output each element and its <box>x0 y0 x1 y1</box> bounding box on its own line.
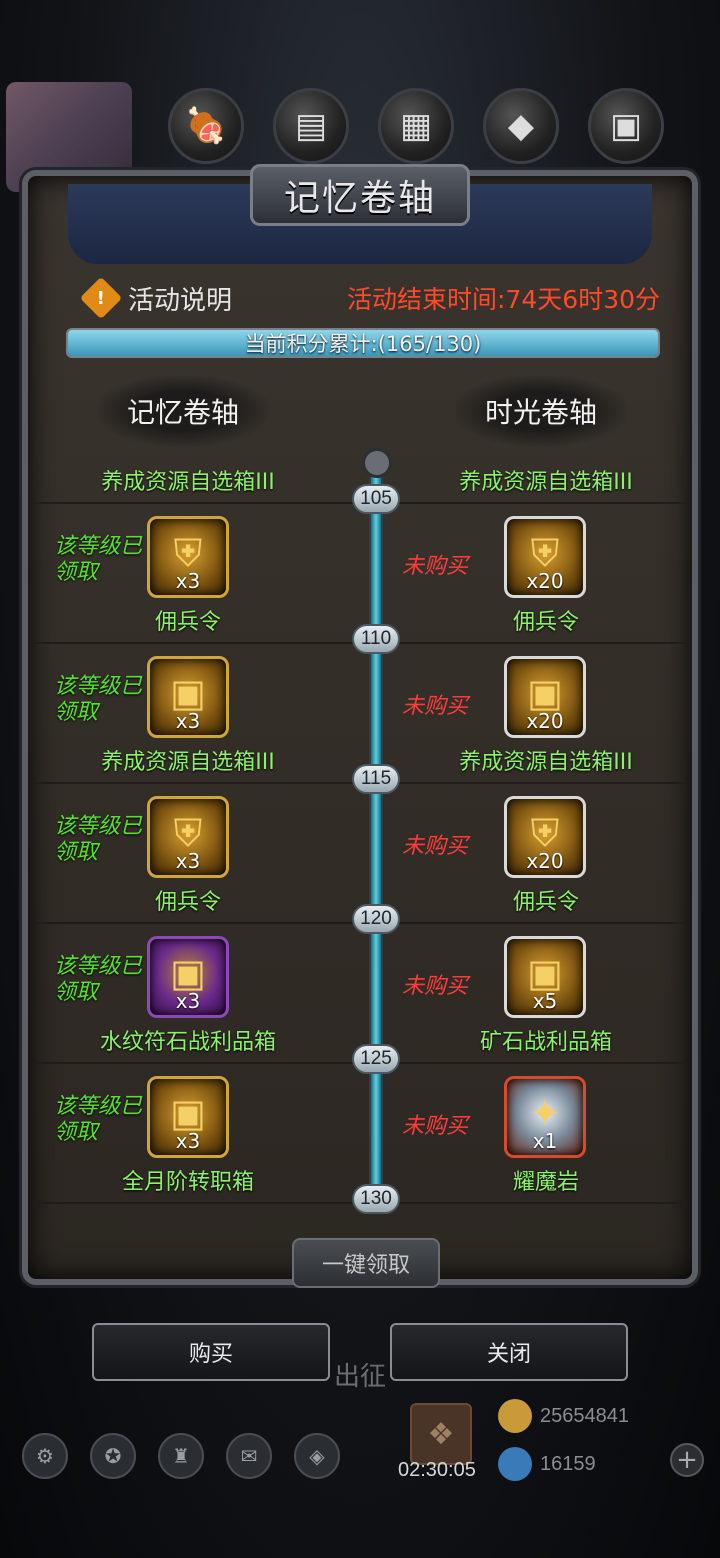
column-header-premium: 时光卷轴 <box>456 376 626 446</box>
free-reward-name: 佣兵令 <box>154 610 221 635</box>
iron-icon: ▦ <box>378 88 454 164</box>
premium-reward-item[interactable]: ⛨ x20 <box>504 516 586 598</box>
claimed-status: 该等级已领取 <box>54 674 143 725</box>
reward-qty: x3 <box>175 569 201 593</box>
premium-reward-name: 佣兵令 <box>512 890 579 915</box>
bag-icon[interactable]: ◈ <box>294 1433 340 1479</box>
free-reward-item[interactable]: ▣ x3 <box>147 936 229 1018</box>
reward-qty: x3 <box>175 849 201 873</box>
dispatch-label: 出征 <box>334 1362 387 1392</box>
claimed-status: 该等级已领取 <box>54 814 143 865</box>
memory-scroll-panel: 记忆卷轴 ! 活动说明 活动结束时间:74天6时30分 当前积分累计:(165/… <box>22 164 698 1288</box>
info-row: ! 活动说明 活动结束时间:74天6时30分 <box>79 276 660 320</box>
gold-coin-icon <box>498 1399 532 1433</box>
progress-label: 当前积分累计:(165/130) <box>244 332 482 356</box>
free-reward-name: 全月阶转职箱 <box>121 1170 254 1195</box>
gem-amount: 16159 <box>540 1452 596 1475</box>
level-rail <box>369 458 383 1210</box>
level-marker: 125 <box>352 1044 400 1074</box>
rail-cap <box>362 448 392 478</box>
reward-row: 该等级已领取 ⛨ x3 佣兵令 未购买 ⛨ x20 佣兵令 <box>34 504 686 644</box>
reward-qty: x1 <box>532 1129 558 1153</box>
buy-button[interactable]: 购买 <box>92 1323 330 1381</box>
premium-reward-name: 耀魔岩 <box>512 1170 579 1195</box>
premium-reward-name: 佣兵令 <box>512 610 579 635</box>
reward-row: 该等级已领取 ▣ x3 全月阶转职箱 未购买 ✦ x1 耀魔岩 <box>34 1064 686 1204</box>
level-marker: 110 <box>352 624 400 654</box>
guild-icon[interactable]: ♜ <box>158 1433 204 1479</box>
reward-qty: x3 <box>175 709 201 733</box>
unbought-status: 未购买 <box>402 1114 469 1139</box>
free-reward-name: 养成资源自选箱III <box>101 470 275 495</box>
reward-row: 该等级已领取 ⛨ x3 佣兵令 未购买 ⛨ x20 佣兵令 <box>34 784 686 924</box>
event-info-link[interactable]: 活动说明 <box>128 280 232 317</box>
meat-icon: 🍖 <box>168 88 244 164</box>
claimed-status: 该等级已领取 <box>54 1094 143 1145</box>
premium-reward-name: 养成资源自选箱III <box>459 750 633 775</box>
crystal-icon: ◆ <box>483 88 559 164</box>
points-progress-bar: 当前积分累计:(165/130) <box>66 328 660 358</box>
event-end-time: 活动结束时间:74天6时30分 <box>347 285 660 314</box>
premium-reward-name: 矿石战利品箱 <box>479 1030 612 1055</box>
free-reward-name: 水纹符石战利品箱 <box>99 1030 276 1055</box>
level-marker: 115 <box>352 764 400 794</box>
add-gems-button[interactable]: + <box>670 1443 704 1477</box>
gem-icon <box>498 1447 532 1481</box>
claimed-status: 该等级已领取 <box>54 534 143 585</box>
wood-icon: ▤ <box>273 88 349 164</box>
free-reward-item[interactable]: ⛨ x3 <box>147 516 229 598</box>
free-reward-item[interactable]: ▣ x3 <box>147 1076 229 1158</box>
premium-reward-item[interactable]: ▣ x20 <box>504 656 586 738</box>
title-plate: 记忆卷轴 <box>250 164 470 226</box>
gold-counter: 25654841 <box>498 1399 629 1433</box>
reward-qty: x5 <box>532 989 558 1013</box>
claimed-status: 该等级已领取 <box>54 954 143 1005</box>
unbought-status: 未购买 <box>402 974 469 999</box>
premium-reward-item[interactable]: ✦ x1 <box>504 1076 586 1158</box>
hero-icon[interactable]: ✪ <box>90 1433 136 1479</box>
free-reward-item[interactable]: ▣ x3 <box>147 656 229 738</box>
bottom-bar: ⚙ ✪ ♜ ✉ ◈ ❖ 02:30:05 25654841 16159 + <box>0 1395 720 1495</box>
gift-timer: 02:30:05 <box>398 1459 476 1481</box>
premium-reward-item[interactable]: ⛨ x20 <box>504 796 586 878</box>
warning-icon[interactable]: ! <box>79 276 123 320</box>
mail-icon[interactable]: ✉ <box>226 1433 272 1479</box>
column-headers: 记忆卷轴 时光卷轴 <box>28 376 692 446</box>
panel-header: 记忆卷轴 <box>68 164 652 264</box>
panel-title: 记忆卷轴 <box>283 178 436 219</box>
reward-qty: x20 <box>526 849 564 873</box>
resource-wood: ▤ <box>270 88 352 168</box>
reward-row: 该等级已领取 ▣ x3 养成资源自选箱III 未购买 ▣ x20 养成资源自选箱III <box>34 644 686 784</box>
column-header-free: 记忆卷轴 <box>98 376 268 446</box>
reward-qty: x20 <box>526 709 564 733</box>
reward-qty: x3 <box>175 1129 201 1153</box>
unbought-status: 未购买 <box>402 694 469 719</box>
settings-icon[interactable]: ⚙ <box>22 1433 68 1479</box>
premium-reward-item[interactable]: ▣ x5 <box>504 936 586 1018</box>
reward-qty: x3 <box>175 989 201 1013</box>
reward-row: 该等级已领取 ▣ x3 水纹符石战利品箱 未购买 ▣ x5 矿石战利品箱 <box>34 924 686 1064</box>
unbought-status: 未购买 <box>402 834 469 859</box>
claim-all-button[interactable]: 一键领取 <box>292 1238 440 1288</box>
unbought-status: 未购买 <box>402 554 469 579</box>
reward-qty: x20 <box>526 569 564 593</box>
level-marker: 105 <box>352 484 400 514</box>
reward-list[interactable]: ▣x3养成资源自选箱III▣x20养成资源自选箱III该等级已领取⛨x3佣兵令未… <box>34 458 686 1210</box>
level-marker: 120 <box>352 904 400 934</box>
close-button[interactable]: 关闭 <box>390 1323 628 1381</box>
stone-icon: ▣ <box>588 88 664 164</box>
gold-amount: 25654841 <box>540 1404 629 1427</box>
free-reward-name: 佣兵令 <box>154 890 221 915</box>
gem-counter: 16159 <box>498 1447 596 1481</box>
level-marker: 130 <box>352 1184 400 1214</box>
resource-iron: ▦ <box>375 88 457 168</box>
premium-reward-name: 养成资源自选箱III <box>459 470 633 495</box>
free-reward-name: 养成资源自选箱III <box>101 750 275 775</box>
gift-icon[interactable]: ❖ <box>410 1403 472 1465</box>
free-reward-item[interactable]: ⛨ x3 <box>147 796 229 878</box>
